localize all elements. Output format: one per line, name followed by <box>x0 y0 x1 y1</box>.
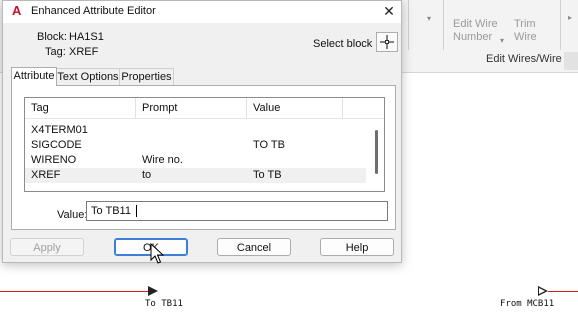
select-block-label: Select block <box>313 38 373 50</box>
text-caret <box>136 205 137 217</box>
apply-button[interactable]: Apply <box>10 238 84 256</box>
value-label: Value: <box>57 209 88 221</box>
crosshair-icon <box>380 35 394 49</box>
ribbon-separator <box>560 0 561 50</box>
block-label: Block: <box>37 31 67 43</box>
wire-source-arrow-icon <box>538 286 548 296</box>
title-bar[interactable]: A Enhanced Attribute Editor ✕ <box>3 1 401 23</box>
row-tag: SIGCODE <box>31 139 82 151</box>
wire-segment-left <box>0 291 150 292</box>
cancel-button[interactable]: Cancel <box>217 238 291 256</box>
attribute-tab-panel: Tag Prompt Value X4TERM01 SIGCODE TO TB … <box>11 85 396 230</box>
row-tag: X4TERM01 <box>31 124 88 136</box>
value-input[interactable] <box>86 201 388 221</box>
select-block-button[interactable] <box>376 32 398 52</box>
list-item[interactable]: X4TERM01 <box>25 123 366 138</box>
column-header-prompt[interactable]: Prompt <box>136 98 247 118</box>
column-header-tag[interactable]: Tag <box>25 98 136 118</box>
row-tag: WIRENO <box>31 154 77 166</box>
dialog-title: Enhanced Attribute Editor <box>31 5 156 17</box>
tag-value: XREF <box>69 46 99 58</box>
attribute-list[interactable]: Tag Prompt Value X4TERM01 SIGCODE TO TB … <box>24 97 385 192</box>
ribbon-separator <box>408 0 409 50</box>
mouse-pointer-icon <box>150 243 164 264</box>
tag-label: Tag: <box>45 46 66 58</box>
close-button[interactable]: ✕ <box>377 1 401 21</box>
trim-wire-button[interactable]: Trim Wire <box>514 18 544 44</box>
row-prompt: to <box>142 169 152 181</box>
row-value: TO TB <box>253 139 285 151</box>
dropdown-arrow-icon[interactable]: ▾ <box>500 36 504 45</box>
autocad-logo-icon: A <box>12 3 22 18</box>
row-value: To TB <box>253 169 282 181</box>
more-tools-icon[interactable]: ▸ <box>568 13 572 22</box>
ribbon-separator <box>443 0 444 50</box>
wire-label-to: To TB11 <box>145 299 183 309</box>
dropdown-arrow-icon[interactable]: ▾ <box>427 14 431 23</box>
tab-attribute[interactable]: Attribute <box>11 67 57 86</box>
list-item-selected[interactable]: XREF to To TB <box>25 168 366 183</box>
wire-label-from: From MCB11 <box>500 299 555 309</box>
wire-segment-right <box>548 291 578 292</box>
edit-wire-number-button[interactable]: Edit Wire Number <box>453 18 505 44</box>
tab-text-options[interactable]: Text Options <box>57 68 120 85</box>
row-prompt: Wire no. <box>142 154 183 166</box>
help-button[interactable]: Help <box>320 238 394 256</box>
list-item[interactable]: SIGCODE TO TB <box>25 138 366 153</box>
row-tag: XREF <box>31 169 61 181</box>
list-item[interactable]: WIRENO Wire no. <box>25 153 366 168</box>
enhanced-attribute-editor-dialog: A Enhanced Attribute Editor ✕ Block: HA1… <box>2 0 402 263</box>
list-header: Tag Prompt Value <box>25 98 384 119</box>
column-header-value[interactable]: Value <box>247 98 343 118</box>
wire-arrow-icon <box>148 286 158 296</box>
list-scrollbar[interactable] <box>375 130 378 174</box>
tab-properties[interactable]: Properties <box>120 68 174 85</box>
block-value: HA1S1 <box>69 31 104 43</box>
panel-expander[interactable] <box>564 52 578 70</box>
